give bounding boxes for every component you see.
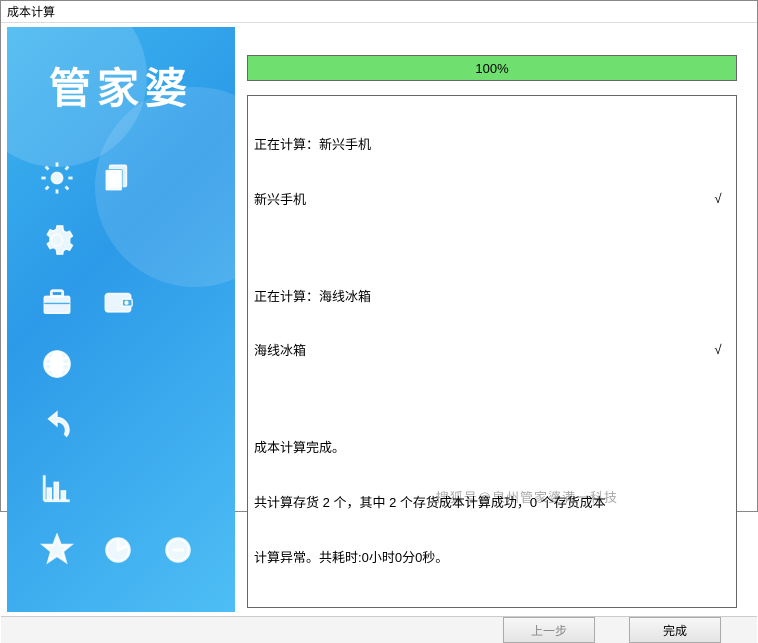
sidebar: 管家婆 xyxy=(7,27,235,612)
log-item-name: 新兴手机 xyxy=(254,191,306,209)
sun-icon xyxy=(35,156,79,200)
blank-icon-2 xyxy=(96,218,140,262)
sidebar-icon-grid xyxy=(7,126,235,572)
undo-icon xyxy=(35,404,79,448)
globe-icon xyxy=(35,342,79,386)
finish-button[interactable]: 完成 xyxy=(629,617,721,643)
briefcase-icon xyxy=(35,280,79,324)
check-icon: √ xyxy=(714,191,730,209)
log-line: 共计算存货 2 个，其中 2 个存货成本计算成功，0 个存货成本 xyxy=(254,494,730,512)
log-line: 计算异常。共耗时:0小时0分0秒。 xyxy=(254,549,730,567)
blank-icon-5 xyxy=(96,342,140,386)
files-icon xyxy=(96,156,140,200)
progress-bar: 100% xyxy=(247,55,737,81)
check-icon: √ xyxy=(714,342,730,360)
chart-icon xyxy=(35,466,79,510)
blank-icon-8 xyxy=(156,404,200,448)
log-line: 新兴手机 √ xyxy=(254,191,730,209)
minus-icon xyxy=(156,528,200,572)
blank-icon-3 xyxy=(156,218,200,262)
blank-icon-9 xyxy=(96,466,140,510)
log-line: 正在计算：新兴手机 xyxy=(254,136,730,154)
log-output[interactable]: 正在计算：新兴手机 新兴手机 √ 正在计算：海线冰箱 海线冰箱 √ 成本计算完成… xyxy=(247,95,737,608)
log-spacer xyxy=(254,397,730,403)
blank-icon-10 xyxy=(156,466,200,510)
gear-icon xyxy=(35,218,79,262)
cost-calc-window: 成本计算 管家婆 xyxy=(0,0,758,512)
blank-icon-7 xyxy=(96,404,140,448)
window-title: 成本计算 xyxy=(1,1,757,23)
log-line: 正在计算：海线冰箱 xyxy=(254,288,730,306)
blank-icon-1 xyxy=(156,156,200,200)
log-line: 成本计算完成。 xyxy=(254,439,730,457)
main-panel: 100% 正在计算：新兴手机 新兴手机 √ 正在计算：海线冰箱 海线冰箱 √ 成… xyxy=(247,27,751,612)
blank-icon-4 xyxy=(156,280,200,324)
log-spacer xyxy=(254,246,730,252)
content-area: 管家婆 xyxy=(1,23,757,616)
log-line: 海线冰箱 √ xyxy=(254,342,730,360)
wallet-icon xyxy=(96,280,140,324)
blank-icon-6 xyxy=(156,342,200,386)
pie-icon xyxy=(96,528,140,572)
progress-text: 100% xyxy=(248,56,736,80)
prev-button[interactable]: 上一步 xyxy=(503,617,595,643)
button-bar: 上一步 完成 xyxy=(1,616,757,643)
log-item-name: 海线冰箱 xyxy=(254,342,306,360)
brand-logo: 管家婆 xyxy=(7,27,235,126)
star-icon xyxy=(35,528,79,572)
